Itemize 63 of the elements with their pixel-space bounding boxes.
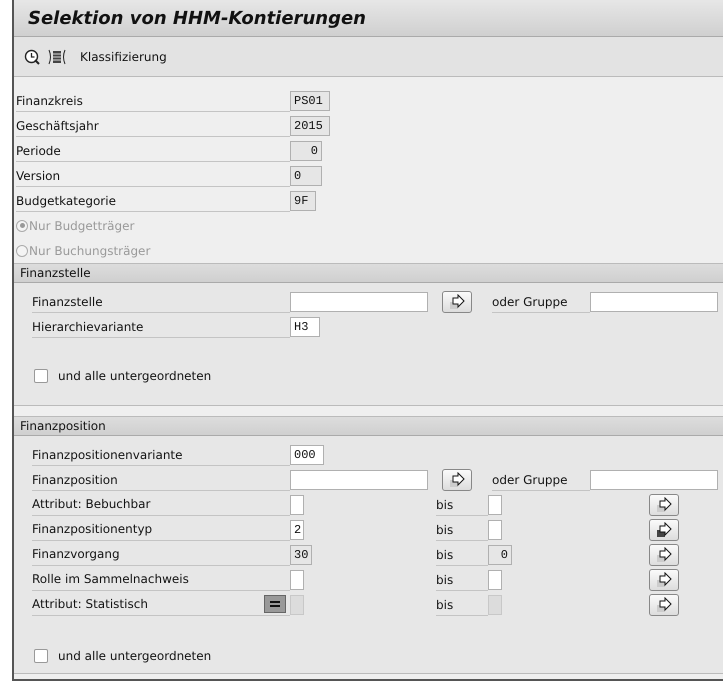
field-label: Hierarchievariante — [32, 316, 290, 338]
arrow-icon — [448, 294, 466, 310]
input-field[interactable]: PS01 — [290, 90, 330, 110]
arrow-icon — [655, 596, 673, 612]
input-field[interactable]: 2015 — [290, 116, 330, 136]
radio-label: Nur Budgetträger — [29, 218, 134, 232]
input-field[interactable] — [590, 470, 718, 490]
equals-icon — [269, 600, 281, 608]
arrow-icon — [448, 472, 466, 488]
field-label: Rolle im Sammelnachweis — [32, 572, 189, 586]
field-label: Finanzposition — [32, 468, 290, 490]
arrow-icon — [655, 522, 673, 538]
field-label: Finanzpositionentyp — [32, 522, 152, 536]
input-field[interactable]: 0 — [290, 166, 322, 186]
multiple-selection-button[interactable] — [649, 518, 679, 540]
input-field[interactable] — [488, 594, 502, 614]
multiple-selection-button[interactable] — [649, 494, 679, 516]
input-field[interactable]: 9F — [290, 190, 316, 210]
input-field[interactable]: 0 — [290, 140, 322, 160]
input-field[interactable]: H3 — [290, 316, 320, 336]
field-label: Version — [16, 164, 290, 186]
input-field[interactable] — [290, 470, 428, 490]
multiple-selection-button[interactable] — [649, 568, 679, 590]
input-field[interactable]: 0 — [488, 544, 512, 564]
radio-label: Nur Buchungsträger — [29, 244, 150, 258]
field-label: Geschäftsjahr — [16, 114, 290, 136]
group-title: Finanzstelle — [14, 263, 723, 283]
checkbox[interactable] — [34, 649, 48, 663]
input-field[interactable] — [290, 594, 304, 614]
arrow-icon — [655, 572, 673, 588]
input-field[interactable]: 000 — [290, 444, 324, 464]
field-label: Finanzvorgang — [32, 547, 120, 561]
multiple-selection-button[interactable] — [442, 290, 472, 312]
field-label: Finanzstelle — [32, 290, 290, 312]
field-label: Attribut: Statistisch — [32, 597, 148, 611]
input-field[interactable] — [290, 494, 304, 514]
input-field[interactable] — [290, 292, 428, 312]
input-field[interactable] — [488, 570, 502, 590]
checkbox[interactable] — [34, 369, 48, 383]
field-label: Periode — [16, 140, 290, 162]
input-field[interactable] — [488, 494, 502, 514]
input-field[interactable] — [488, 520, 502, 540]
window-title: Selektion von HHM-Kontierungen — [28, 8, 366, 28]
equals-button[interactable] — [264, 595, 286, 613]
multiple-selection-button[interactable] — [442, 468, 472, 490]
arrow-icon — [655, 546, 673, 562]
field-label: Finanzpositionenvariante — [32, 444, 290, 466]
input-field[interactable] — [290, 570, 304, 590]
input-field[interactable] — [590, 292, 718, 312]
multiple-selection-button[interactable] — [649, 544, 679, 566]
input-field[interactable]: 30 — [290, 544, 312, 564]
field-label: Attribut: Bebuchbar — [32, 497, 150, 511]
arrow-icon — [655, 496, 673, 512]
list-icon[interactable] — [48, 48, 66, 64]
field-label: Budgetkategorie — [16, 190, 290, 212]
multiple-selection-button[interactable] — [649, 594, 679, 616]
classification-button[interactable]: Klassifizierung — [80, 50, 167, 64]
checkbox-label: und alle untergeordneten — [58, 369, 212, 383]
group-title: Finanzposition — [14, 416, 723, 436]
clock-icon[interactable] — [24, 48, 40, 64]
checkbox-label: und alle untergeordneten — [58, 649, 212, 663]
input-field[interactable]: 2 — [290, 520, 304, 540]
field-label: Finanzkreis — [16, 90, 290, 112]
